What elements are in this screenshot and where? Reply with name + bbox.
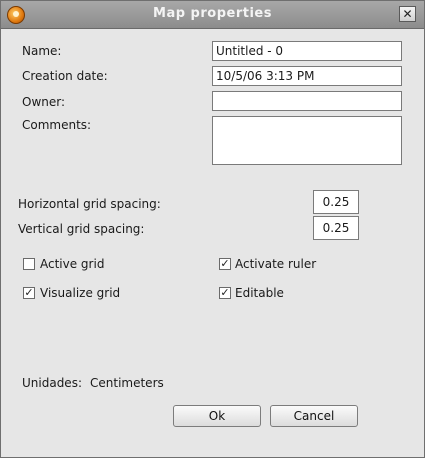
name-field[interactable]: Untitled - 0	[212, 41, 402, 61]
cancel-button[interactable]: Cancel	[270, 405, 358, 427]
visualize-grid-checkbox[interactable]: ✓	[23, 287, 35, 299]
creation-date-field[interactable]: 10/5/06 3:13 PM	[212, 66, 402, 86]
units-label: Unidades:	[22, 376, 82, 390]
visualize-grid-label: Visualize grid	[40, 286, 121, 300]
activate-ruler-label: Activate ruler	[235, 257, 317, 271]
active-grid-label: Active grid	[40, 257, 105, 271]
ok-button[interactable]: Ok	[173, 405, 261, 427]
horizontal-grid-spacing-label: Horizontal grid spacing:	[18, 197, 161, 211]
units-value: Centimeters	[90, 376, 164, 390]
active-grid-checkbox[interactable]	[23, 258, 35, 270]
name-label: Name:	[22, 44, 62, 58]
window-title: Map properties	[153, 6, 272, 21]
creation-date-label: Creation date:	[22, 69, 108, 83]
comments-field[interactable]	[212, 116, 402, 165]
editable-label: Editable	[235, 286, 284, 300]
map-properties-dialog: Map properties ✕ Name: Untitled - 0 Crea…	[0, 0, 425, 458]
activate-ruler-checkbox[interactable]: ✓	[219, 258, 231, 270]
vertical-grid-spacing-label: Vertical grid spacing:	[18, 222, 145, 236]
title-bar[interactable]: Map properties ✕	[1, 1, 424, 29]
editable-checkbox[interactable]: ✓	[219, 287, 231, 299]
close-button[interactable]: ✕	[399, 6, 416, 22]
horizontal-grid-spacing-field[interactable]: 0.25	[313, 190, 359, 214]
vertical-grid-spacing-field[interactable]: 0.25	[313, 216, 359, 240]
owner-field[interactable]	[212, 91, 402, 111]
owner-label: Owner:	[22, 95, 66, 109]
comments-label: Comments:	[22, 118, 92, 132]
